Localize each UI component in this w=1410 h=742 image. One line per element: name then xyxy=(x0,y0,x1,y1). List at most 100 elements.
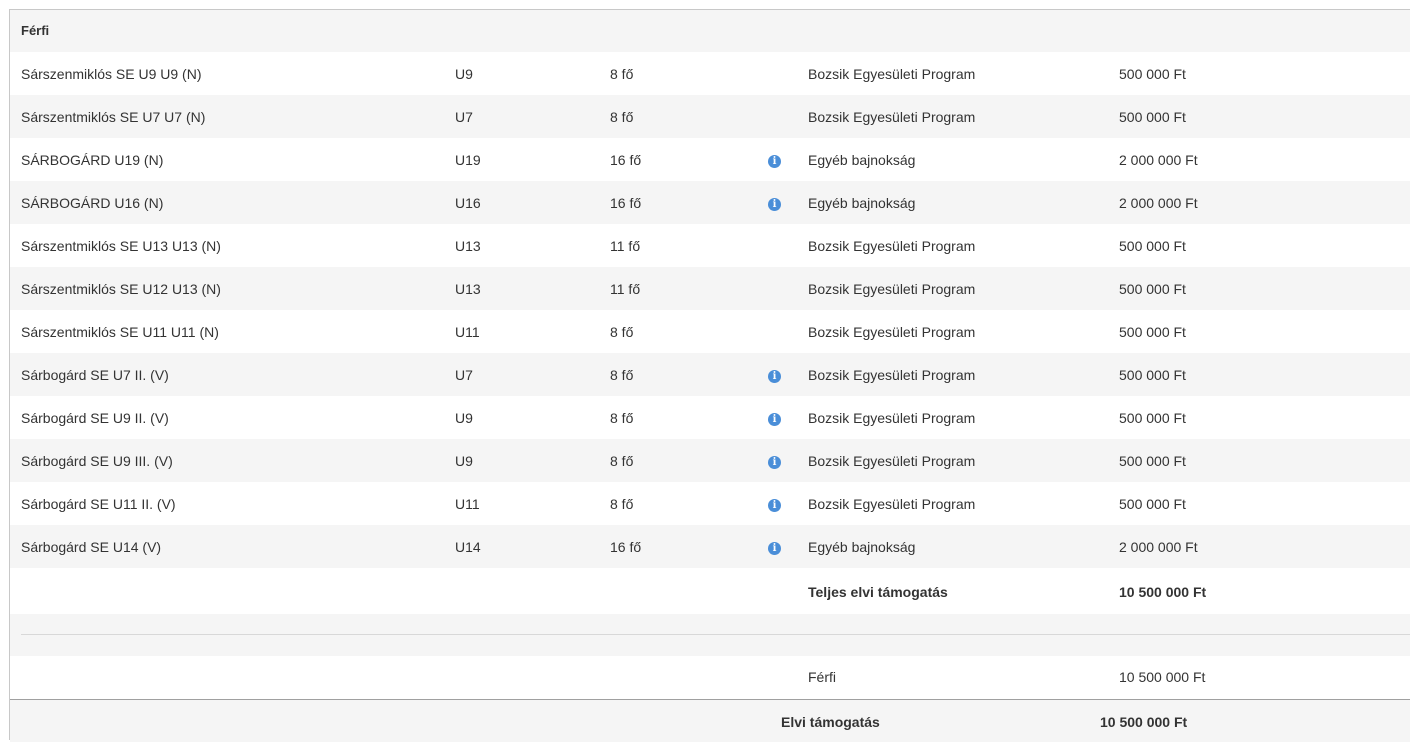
age-group: U19 xyxy=(455,151,481,168)
total-row: Teljes elvi támogatás 10 500 000 Ft xyxy=(10,570,1410,614)
support-amount: 500 000 Ft xyxy=(1119,366,1186,383)
program-name: Bozsik Egyesületi Program xyxy=(808,65,976,82)
squad-size: 8 fő xyxy=(610,495,634,512)
squad-size: 8 fő xyxy=(610,65,634,82)
age-group: U7 xyxy=(455,108,473,125)
support-amount: 500 000 Ft xyxy=(1119,108,1186,125)
program-name: Egyéb bajnokság xyxy=(808,194,916,211)
age-group: U13 xyxy=(455,280,481,297)
squad-size: 11 fő xyxy=(610,237,641,254)
age-group: U9 xyxy=(455,409,473,426)
team-name: Sárbogárd SE U7 II. (V) xyxy=(21,366,169,383)
program-name: Bozsik Egyesületi Program xyxy=(808,237,976,254)
squad-size: 16 fő xyxy=(610,194,642,211)
support-amount: 500 000 Ft xyxy=(1119,495,1186,512)
team-name: Sárszenmiklós SE U9 U9 (N) xyxy=(21,65,202,82)
info-icon-slot: i xyxy=(768,409,781,426)
table-row: Sárszentmiklós SE U7 U7 (N) U7 8 fő Bozs… xyxy=(10,95,1410,138)
team-name: Sárszentmiklós SE U13 U13 (N) xyxy=(21,237,221,254)
info-icon-slot: i xyxy=(768,366,781,383)
table-row: SÁRBOGÁRD U19 (N) U19 16 fő i Egyéb bajn… xyxy=(10,138,1410,181)
summary-amount: 10 500 000 Ft xyxy=(1119,669,1206,685)
support-panel: Férfi Sárszenmiklós SE U9 U9 (N) U9 8 fő… xyxy=(9,9,1410,742)
info-icon[interactable]: i xyxy=(768,370,781,383)
support-amount: 2 000 000 Ft xyxy=(1119,538,1198,555)
team-name: Sárbogárd SE U14 (V) xyxy=(21,538,162,555)
program-name: Bozsik Egyesületi Program xyxy=(808,323,976,340)
info-icon-slot: i xyxy=(768,495,781,512)
divider xyxy=(21,634,1410,635)
team-name: Sárbogárd SE U11 II. (V) xyxy=(21,495,176,512)
info-icon[interactable]: i xyxy=(768,456,781,469)
info-icon[interactable]: i xyxy=(768,499,781,512)
total-amount: 10 500 000 Ft xyxy=(1119,584,1207,600)
team-name: SÁRBOGÁRD U19 (N) xyxy=(21,151,164,168)
age-group: U16 xyxy=(455,194,481,211)
age-group: U14 xyxy=(455,538,481,555)
table-row: Sárbogárd SE U7 II. (V) U7 8 fő i Bozsik… xyxy=(10,353,1410,396)
squad-size: 8 fő xyxy=(610,409,634,426)
info-icon-slot: i xyxy=(768,452,781,469)
program-name: Bozsik Egyesületi Program xyxy=(808,366,976,383)
table-row: Sárszenmiklós SE U9 U9 (N) U9 8 fő Bozsi… xyxy=(10,52,1410,95)
squad-size: 8 fő xyxy=(610,323,634,340)
team-name: Sárszentmiklós SE U7 U7 (N) xyxy=(21,108,206,125)
program-name: Bozsik Egyesületi Program xyxy=(808,280,976,297)
info-icon[interactable]: i xyxy=(768,198,781,211)
squad-size: 11 fő xyxy=(610,280,641,297)
program-name: Bozsik Egyesületi Program xyxy=(808,452,976,469)
table-row: Sárbogárd SE U9 II. (V) U9 8 fő i Bozsik… xyxy=(10,396,1410,439)
info-icon-slot: i xyxy=(768,194,781,211)
squad-size: 16 fő xyxy=(610,538,642,555)
program-name: Bozsik Egyesületi Program xyxy=(808,409,976,426)
program-name: Bozsik Egyesületi Program xyxy=(808,108,976,125)
support-amount: 500 000 Ft xyxy=(1119,65,1186,82)
support-amount: 500 000 Ft xyxy=(1119,323,1186,340)
age-group: U11 xyxy=(455,323,480,340)
spacer-band xyxy=(10,614,1410,656)
age-group: U13 xyxy=(455,237,481,254)
table-row: Sárszentmiklós SE U12 U13 (N) U13 11 fő … xyxy=(10,267,1410,310)
program-name: Egyéb bajnokság xyxy=(808,151,916,168)
support-amount: 500 000 Ft xyxy=(1119,237,1186,254)
table-row: Sárszentmiklós SE U13 U13 (N) U13 11 fő … xyxy=(10,224,1410,267)
support-amount: 2 000 000 Ft xyxy=(1119,194,1198,211)
table-row: Sárbogárd SE U9 III. (V) U9 8 fő i Bozsi… xyxy=(10,439,1410,482)
team-name: Sárbogárd SE U9 III. (V) xyxy=(21,452,173,469)
table-row: Sárbogárd SE U11 II. (V) U11 8 fő i Bozs… xyxy=(10,482,1410,525)
age-group: U9 xyxy=(455,65,473,82)
age-group: U7 xyxy=(455,366,473,383)
age-group: U9 xyxy=(455,452,473,469)
support-amount: 2 000 000 Ft xyxy=(1119,151,1198,168)
summary-row: Férfi 10 500 000 Ft xyxy=(10,656,1410,698)
footer-row: Elvi támogatás 10 500 000 Ft xyxy=(10,699,1410,742)
table-row: Sárbogárd SE U14 (V) U14 16 fő i Egyéb b… xyxy=(10,525,1410,568)
section-title: Férfi xyxy=(21,23,50,38)
info-icon-slot: i xyxy=(768,538,781,555)
team-name: SÁRBOGÁRD U16 (N) xyxy=(21,194,164,211)
team-name: Sárszentmiklós SE U11 U11 (N) xyxy=(21,323,219,340)
squad-size: 8 fő xyxy=(610,452,634,469)
info-icon[interactable]: i xyxy=(768,542,781,555)
program-name: Egyéb bajnokság xyxy=(808,538,916,555)
squad-size: 8 fő xyxy=(610,366,634,383)
support-amount: 500 000 Ft xyxy=(1119,452,1186,469)
total-label: Teljes elvi támogatás xyxy=(808,584,948,600)
info-icon[interactable]: i xyxy=(768,413,781,426)
info-icon-slot: i xyxy=(768,151,781,168)
program-name: Bozsik Egyesületi Program xyxy=(808,495,976,512)
support-amount: 500 000 Ft xyxy=(1119,280,1186,297)
summary-label: Férfi xyxy=(808,669,836,685)
age-group: U11 xyxy=(455,495,480,512)
support-amount: 500 000 Ft xyxy=(1119,409,1186,426)
table-row: SÁRBOGÁRD U16 (N) U16 16 fő i Egyéb bajn… xyxy=(10,181,1410,224)
footer-amount: 10 500 000 Ft xyxy=(1100,714,1188,730)
squad-size: 8 fő xyxy=(610,108,634,125)
table-row: Sárszentmiklós SE U11 U11 (N) U11 8 fő B… xyxy=(10,310,1410,353)
squad-size: 16 fő xyxy=(610,151,642,168)
footer-label: Elvi támogatás xyxy=(781,714,880,730)
info-icon[interactable]: i xyxy=(768,155,781,168)
team-name: Sárszentmiklós SE U12 U13 (N) xyxy=(21,280,221,297)
section-header: Férfi xyxy=(10,10,1410,52)
team-name: Sárbogárd SE U9 II. (V) xyxy=(21,409,169,426)
